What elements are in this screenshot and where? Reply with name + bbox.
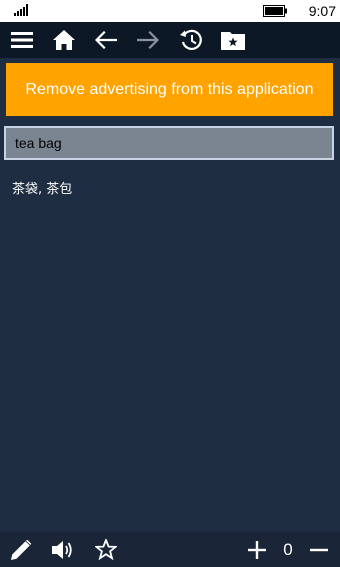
- toolbar: [0, 22, 340, 58]
- remove-ads-text: Remove advertising from this application: [25, 80, 314, 98]
- history-button[interactable]: [173, 22, 209, 58]
- hamburger-menu-icon: [11, 32, 33, 48]
- home-button[interactable]: [46, 22, 82, 58]
- search-input[interactable]: [4, 126, 334, 160]
- clock: 9:07: [308, 3, 336, 19]
- history-icon: [180, 29, 202, 50]
- folder-star-icon: [221, 32, 245, 50]
- arrow-left-icon: [95, 31, 117, 49]
- status-bar: 9:07: [0, 0, 340, 22]
- star-outline-icon: [95, 539, 117, 560]
- decrease-button[interactable]: [302, 532, 336, 567]
- back-button[interactable]: [88, 22, 124, 58]
- menu-button[interactable]: [4, 22, 40, 58]
- battery-icon: [263, 5, 287, 17]
- arrow-right-icon: [137, 31, 159, 49]
- pencil-icon: [11, 539, 31, 560]
- minus-icon: [310, 548, 328, 551]
- add-to-favorites-button[interactable]: [89, 532, 123, 567]
- edit-button[interactable]: [4, 532, 38, 567]
- signal-icon: [14, 4, 28, 16]
- forward-button[interactable]: [130, 22, 166, 58]
- home-icon: [53, 30, 75, 50]
- speak-button[interactable]: [46, 532, 80, 567]
- translation-result: 茶袋, 茶包: [12, 182, 73, 197]
- remove-ads-banner[interactable]: Remove advertising from this application: [6, 63, 333, 116]
- favorites-folder-button[interactable]: [215, 22, 251, 58]
- increase-button[interactable]: [240, 532, 274, 567]
- speaker-icon: [52, 540, 72, 559]
- plus-icon: [248, 540, 266, 559]
- bottom-app-bar: 0: [0, 532, 340, 567]
- counter-value: 0: [283, 539, 293, 559]
